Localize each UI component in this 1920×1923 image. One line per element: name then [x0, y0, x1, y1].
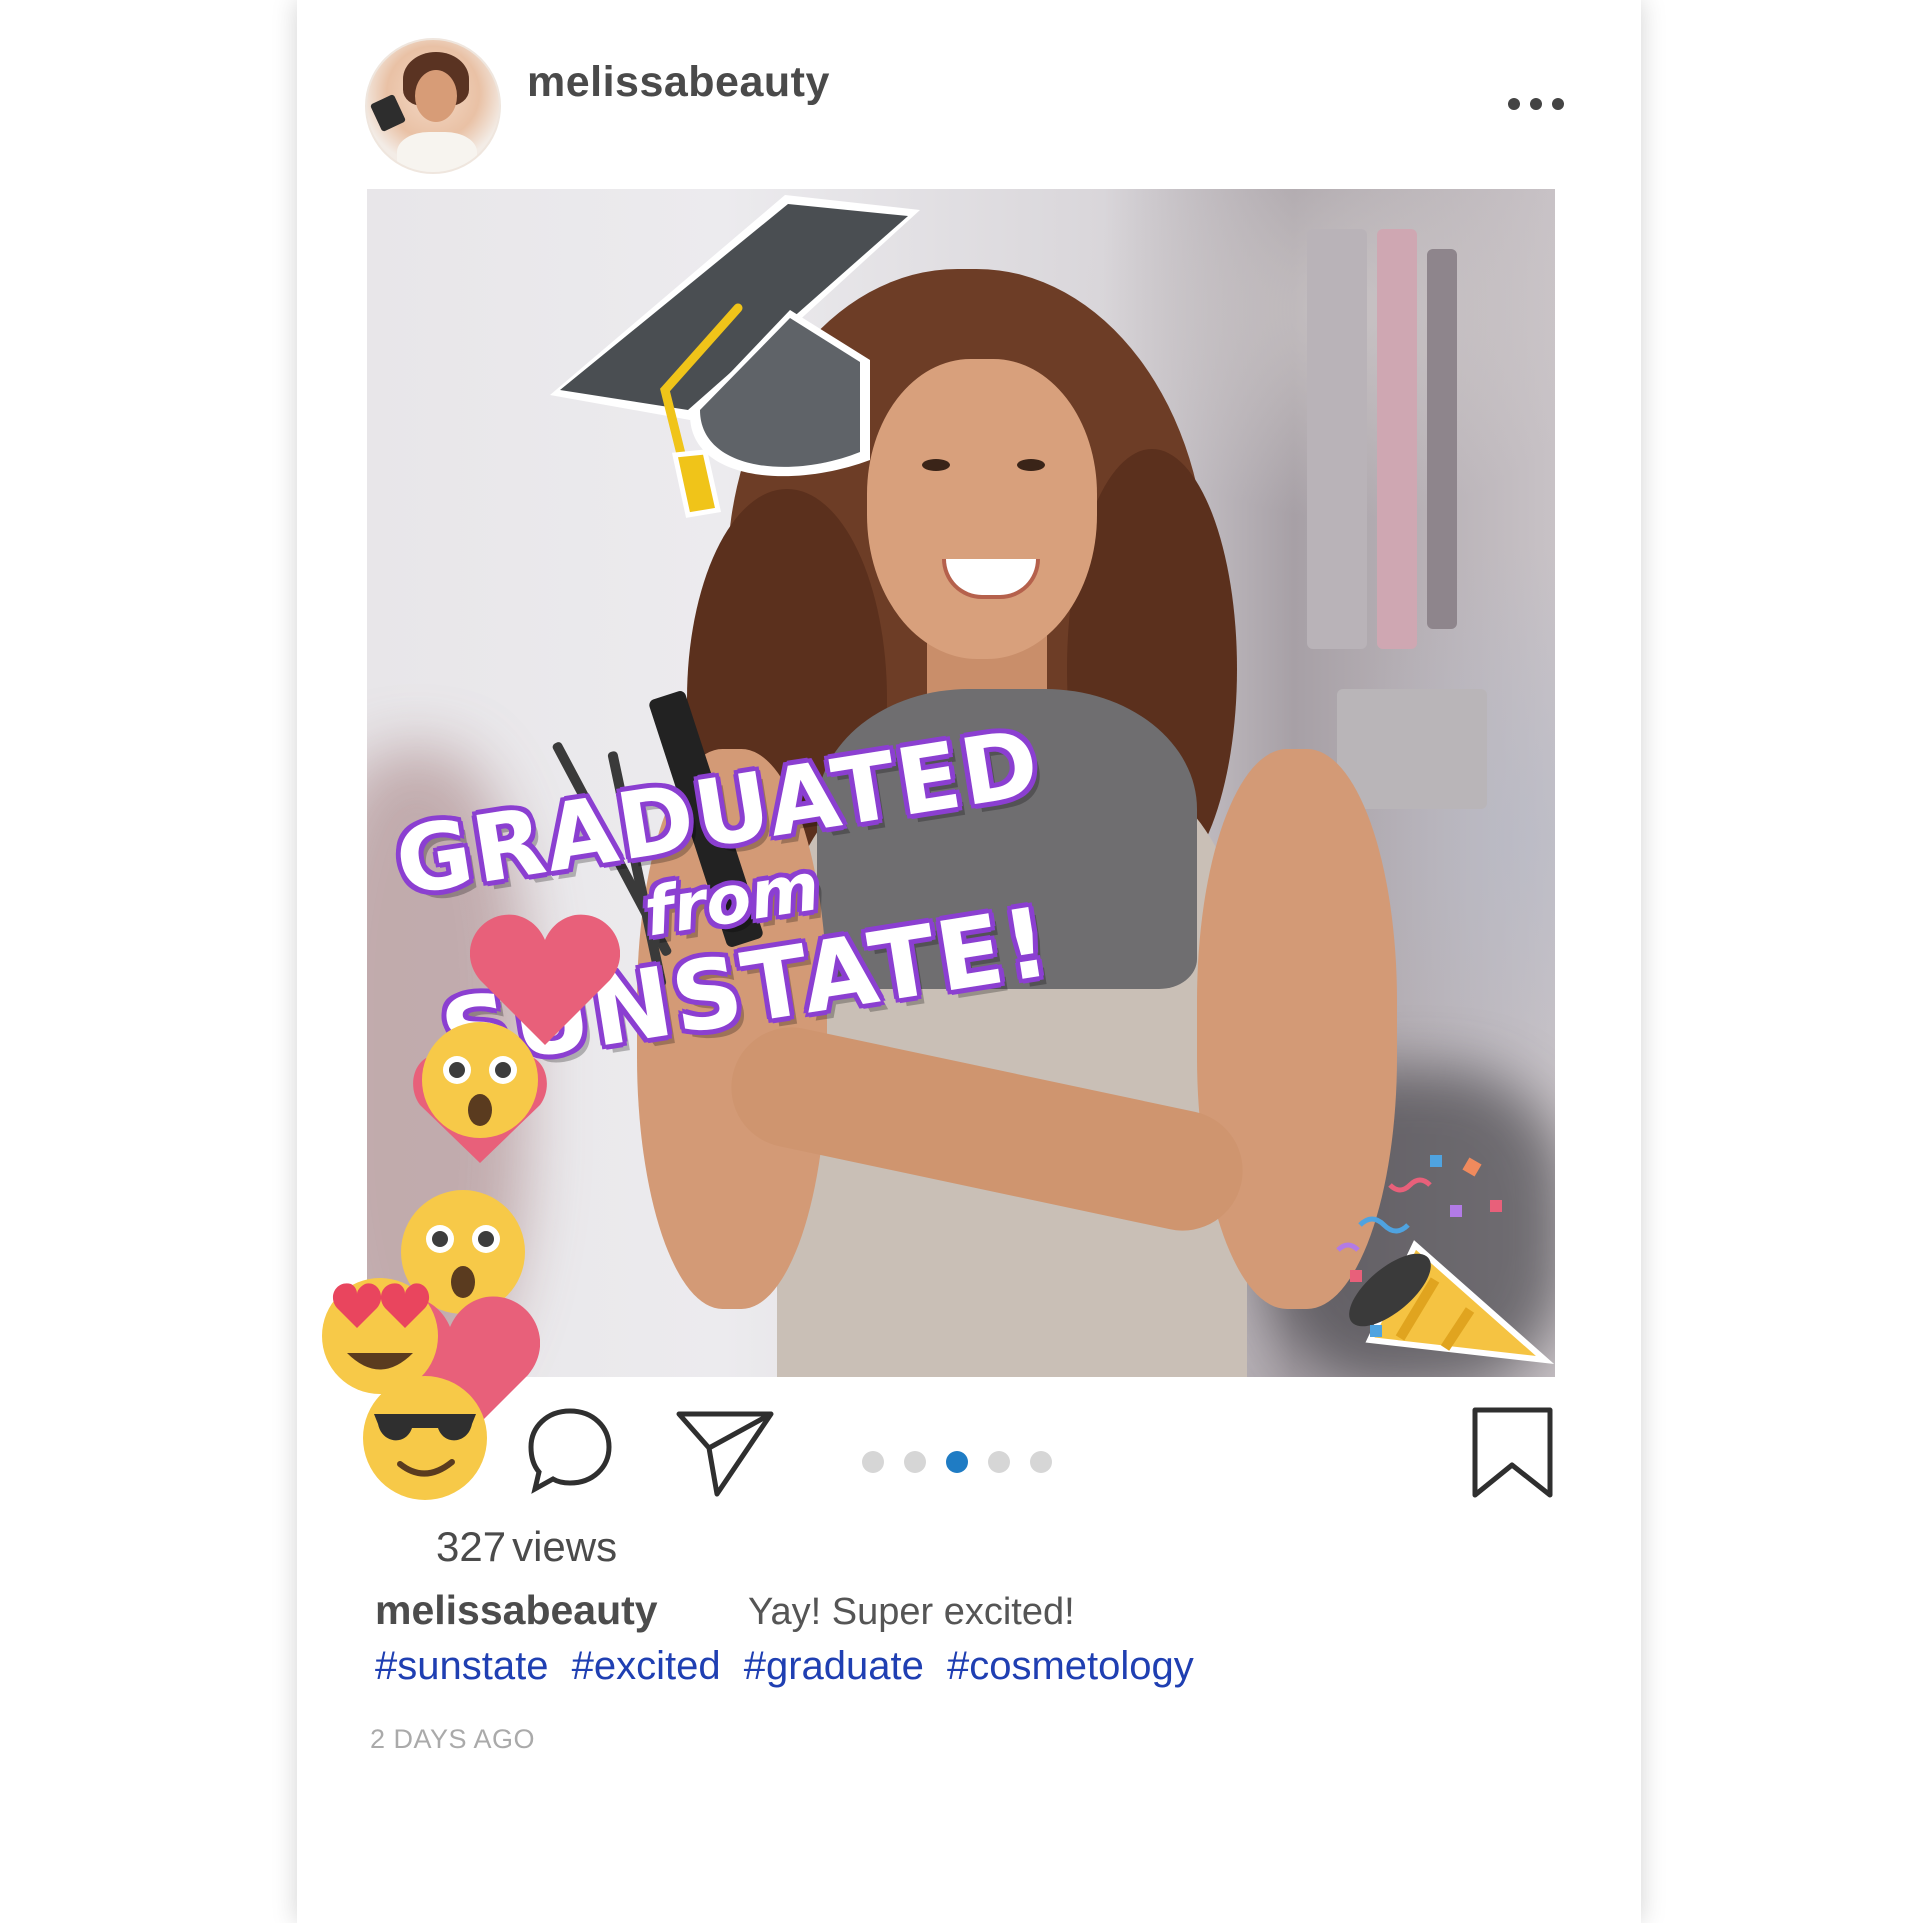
more-dots-icon[interactable] [1508, 96, 1566, 112]
carousel-dot [1030, 1451, 1052, 1473]
graduation-cap-icon [550, 195, 920, 518]
hashtag-link[interactable]: #sunstate [375, 1644, 548, 1688]
carousel-dot [862, 1451, 884, 1473]
post-timestamp: 2 DAYS AGO [370, 1724, 536, 1754]
hashtags: #sunstate #excited #graduate #cosmetolog… [375, 1644, 1206, 1689]
sunglasses-emoji-icon [363, 1376, 487, 1500]
post-username[interactable]: melissabeauty [527, 58, 830, 107]
hashtag-link[interactable]: #graduate [744, 1644, 924, 1688]
views-number: 327 [436, 1523, 507, 1570]
hashtag-link[interactable]: #excited [572, 1644, 721, 1688]
avatar[interactable] [365, 38, 501, 174]
party-popper-icon [1336, 1155, 1555, 1365]
carousel-dot-active [946, 1451, 968, 1473]
comment-icon[interactable] [525, 1405, 615, 1495]
views-label: views [512, 1523, 618, 1570]
carousel-indicator [862, 1451, 1062, 1475]
caption-username[interactable]: melissabeauty [375, 1587, 658, 1634]
bookmark-icon[interactable] [1470, 1405, 1555, 1500]
views-count: 327 views [436, 1523, 617, 1571]
carousel-dot [988, 1451, 1010, 1473]
carousel-dot [904, 1451, 926, 1473]
share-icon[interactable] [675, 1410, 775, 1500]
caption-text: Yay! Super excited! [748, 1591, 1075, 1633]
hashtag-link[interactable]: #cosmetology [947, 1644, 1194, 1688]
astonished-emoji-icon [413, 1022, 547, 1163]
